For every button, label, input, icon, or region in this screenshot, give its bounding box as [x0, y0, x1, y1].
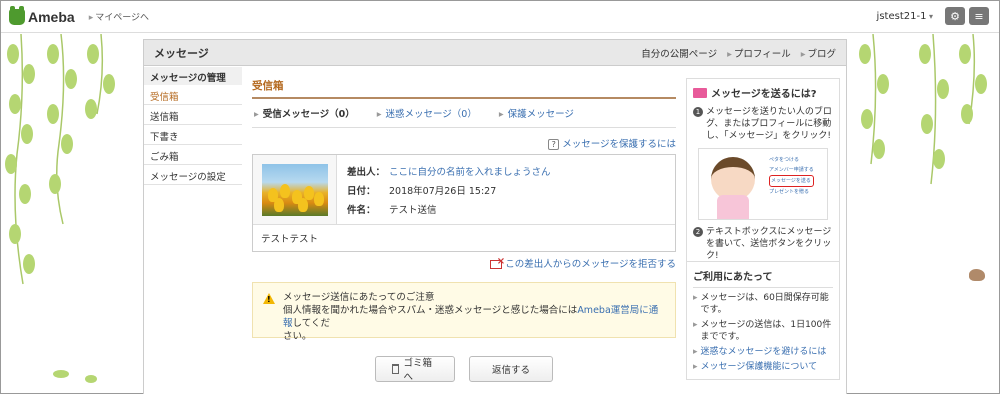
logo-text: Ameba [28, 8, 75, 25]
from-label: 差出人： [347, 166, 386, 178]
message-body: テストテスト [261, 234, 319, 245]
question-icon: ? [548, 139, 560, 150]
reply-button-label: 返信する [491, 365, 530, 376]
vine-decoration-left [5, 34, 115, 383]
section-title: 受信箱 [252, 78, 676, 99]
left-nav: メッセージの管理 受信箱 送信箱 下書き ごみ箱 メッセージの設定 [144, 67, 242, 185]
notice-text: 個人情報を聞かれた場合やスパム・迷惑メッセージと感じた場合には [283, 305, 578, 316]
avoid-spam-link[interactable]: 迷惑なメッセージを避けるには [693, 346, 833, 358]
date-label: 日付： [347, 185, 376, 197]
mini-menu-peta: ペタをつける [769, 157, 800, 163]
user-menu[interactable]: jstest21-1 [877, 11, 933, 22]
nav-item-trash[interactable]: ごみ箱 [144, 145, 242, 165]
notice-text-last: さい。 [283, 331, 312, 342]
mini-menu-present: プレゼントを贈る [769, 189, 810, 195]
step-1-text: メッセージを送りたい人のブログ、またはプロフィールに移動し、「メッセージ」をクリ… [706, 107, 832, 141]
top-bar: Ameba マイページへ jstest21-1 ⚙ ≡ [1, 1, 999, 33]
howto-box: メッセージを送るには? 1 メッセージを送りたい人のブログ、またはプロフィールに移… [686, 78, 840, 262]
block-mail-icon [490, 256, 505, 269]
tab-received[interactable]: 受信メッセージ（0） [254, 106, 355, 120]
usage-box: ご利用にあたって メッセージは、60日間保存可能です。 メッセージの送信は、1日… [686, 262, 840, 380]
nav-item-settings[interactable]: メッセージの設定 [144, 165, 242, 185]
page-header: メッセージ 自分の公開ページ プロフィール ブログ [144, 40, 846, 66]
right-sidebar: メッセージを送るには? 1 メッセージを送りたい人のブログ、またはプロフィールに移… [686, 78, 840, 380]
protect-feature-link[interactable]: メッセージ保護機能について [693, 361, 833, 373]
vine-decoration-right [859, 34, 987, 185]
step-2-text: テキストボックスにメッセージを書いて、送信ボタンをクリック! [706, 227, 832, 261]
mini-menu-amember: アメンバー申請する [769, 167, 814, 173]
settings-button[interactable]: ⚙ [945, 7, 965, 25]
tab-protected[interactable]: 保護メッセージ [499, 106, 574, 120]
sender-avatar[interactable] [261, 163, 328, 216]
ameba-logo-icon [9, 5, 25, 25]
message-detail: 差出人： ここに自分の名前を入れましょうさん 日付： 2018年07月26日 15:… [252, 154, 676, 252]
nav-item-sent[interactable]: 送信箱 [144, 105, 242, 125]
message-tabs: 受信メッセージ（0） 迷惑メッセージ（0） 保護メッセージ [252, 99, 676, 128]
blog-link[interactable]: ブログ [801, 46, 836, 60]
usage-item: メッセージは、60日間保存可能です。 [693, 292, 833, 316]
ameba-logo[interactable]: Ameba [9, 5, 75, 25]
usage-item: メッセージの送信は、1日100件までです。 [693, 319, 833, 343]
sender-link[interactable]: ここに自分の名前を入れましょうさん [389, 164, 551, 178]
notice-title: メッセージ送信にあたってのご注意 [283, 292, 435, 303]
protect-message-link[interactable]: メッセージを保護するには [562, 139, 676, 150]
menu-icon: ≡ [974, 9, 984, 23]
profile-link[interactable]: プロフィール [727, 46, 791, 60]
menu-button[interactable]: ≡ [969, 7, 989, 25]
trash-icon [392, 364, 400, 374]
main-content: 受信箱 受信メッセージ（0） 迷惑メッセージ（0） 保護メッセージ ?メッセージ… [252, 78, 676, 383]
protect-help: ? メッセージを保護するには [252, 136, 676, 150]
howto-illustration: ペタをつける アメンバー申請する メッセージを送る プレゼントを贈る [698, 148, 828, 220]
gear-icon: ⚙ [950, 9, 960, 23]
nav-heading: メッセージの管理 [144, 67, 242, 85]
reject-sender-link[interactable]: この差出人からのメッセージを拒否する [505, 259, 676, 270]
mini-menu-message: メッセージを送る [769, 175, 814, 187]
avatar-body [717, 195, 749, 219]
warning-icon [263, 293, 275, 304]
message-container: メッセージ 自分の公開ページ プロフィール ブログ メッセージの管理 受信箱 送… [143, 39, 847, 394]
subject-label: 件名： [347, 204, 376, 216]
step-2-icon: 2 [693, 227, 703, 237]
notice-text-end: してくだ [292, 318, 330, 329]
bird-decoration [969, 269, 985, 281]
nav-item-drafts[interactable]: 下書き [144, 125, 242, 145]
caution-notice: メッセージ送信にあたってのご注意 個人情報を聞かれた場合やスパム・迷惑メッセージ… [252, 282, 676, 342]
usage-title: ご利用にあたって [693, 268, 833, 288]
trash-button[interactable]: ゴミ箱へ [375, 356, 455, 383]
envelope-icon [693, 87, 707, 98]
subject-value: テスト送信 [389, 204, 437, 216]
public-page-link[interactable]: 自分の公開ページ [641, 46, 717, 60]
page-title: メッセージ [154, 46, 209, 60]
reply-button[interactable]: 返信する [469, 356, 553, 382]
howto-title: メッセージを送るには? [711, 89, 817, 100]
reject-sender: この差出人からのメッセージを拒否する [252, 256, 676, 270]
nav-item-inbox[interactable]: 受信箱 [144, 85, 242, 105]
trash-button-label: ゴミ箱へ [403, 358, 432, 383]
mypage-link[interactable]: マイページへ [89, 10, 149, 23]
step-1-icon: 1 [693, 107, 703, 117]
tab-spam[interactable]: 迷惑メッセージ（0） [377, 106, 476, 120]
date-value: 2018年07月26日 15:27 [389, 185, 497, 197]
